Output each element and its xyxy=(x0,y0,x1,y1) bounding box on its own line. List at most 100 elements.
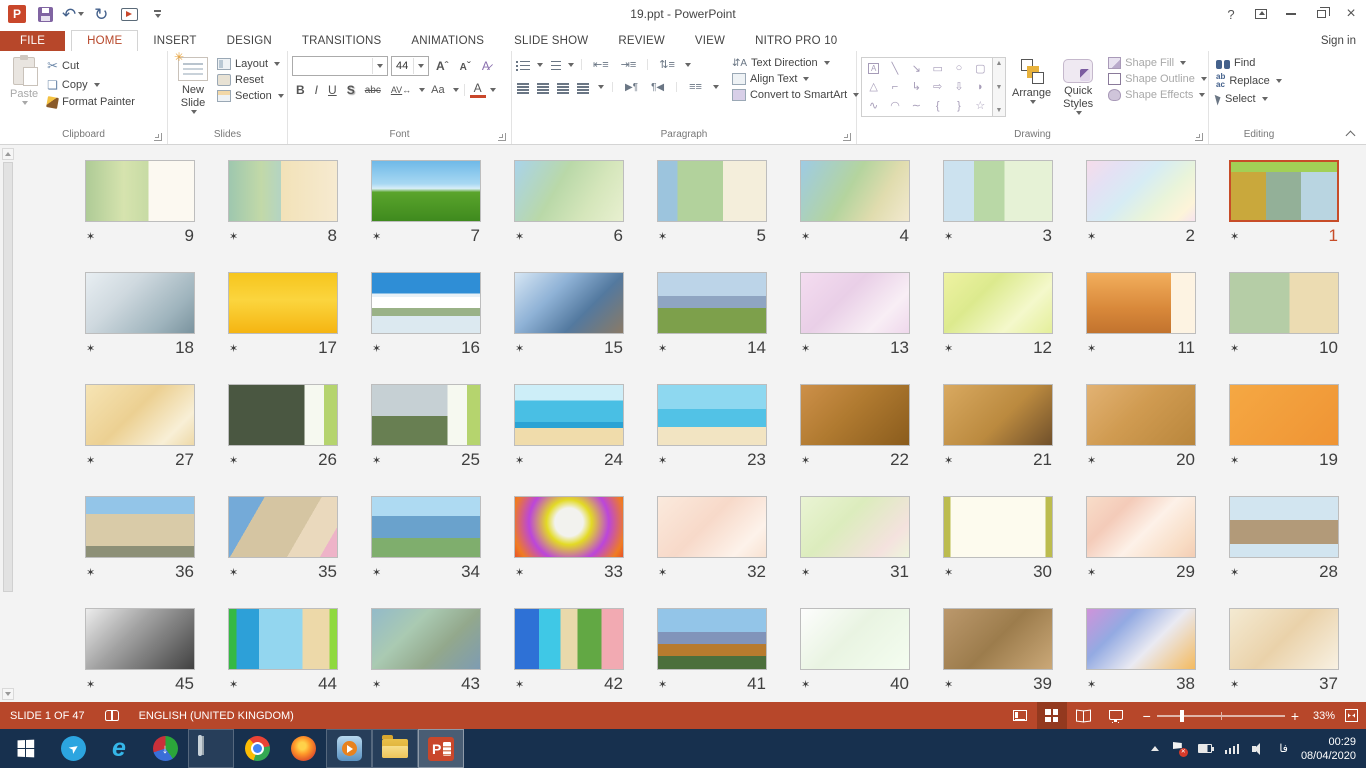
taskbar-keyboard-app[interactable] xyxy=(188,729,234,768)
slide-thumbnail-34[interactable] xyxy=(371,496,481,558)
convert-to-smartart-button[interactable]: Convert to SmartArt xyxy=(729,87,862,103)
taskbar-telegram[interactable]: ➤ xyxy=(50,729,96,768)
scroll-up-arrow[interactable] xyxy=(2,148,14,160)
transition-star-icon[interactable]: ✶ xyxy=(944,230,953,243)
replace-button[interactable]: abacReplace xyxy=(1213,71,1285,91)
shape-glyph-14[interactable]: ∼ xyxy=(912,99,921,112)
shape-glyph-16[interactable]: } xyxy=(957,100,961,112)
zoom-slider[interactable] xyxy=(1157,715,1285,717)
tab-transitions[interactable]: TRANSITIONS xyxy=(287,31,397,51)
align-right-button[interactable] xyxy=(556,81,571,93)
font-size-combo[interactable]: 44 xyxy=(391,56,429,76)
taskbar-idm[interactable]: ↓ xyxy=(142,729,188,768)
transition-star-icon[interactable]: ✶ xyxy=(801,454,810,467)
transition-star-icon[interactable]: ✶ xyxy=(944,342,953,355)
transition-star-icon[interactable]: ✶ xyxy=(658,678,667,691)
shape-glyph-15[interactable]: { xyxy=(936,100,940,112)
bullets-button[interactable] xyxy=(516,59,531,71)
increase-indent-button[interactable]: ⇥≡ xyxy=(617,57,641,72)
drawing-dialog-launcher[interactable] xyxy=(1195,133,1203,141)
slide-thumbnail-18[interactable] xyxy=(85,272,195,334)
copy-button[interactable]: ❏Copy xyxy=(44,76,138,94)
slide-thumbnail-42[interactable] xyxy=(514,608,624,670)
slide-thumbnail-45[interactable] xyxy=(85,608,195,670)
undo-dropdown-caret[interactable] xyxy=(78,12,84,16)
restore-button[interactable] xyxy=(1306,0,1336,28)
transition-star-icon[interactable]: ✶ xyxy=(515,342,524,355)
collapse-ribbon-button[interactable] xyxy=(1346,131,1356,141)
slide-thumbnail-16[interactable] xyxy=(371,272,481,334)
transition-star-icon[interactable]: ✶ xyxy=(1230,678,1239,691)
underline-button[interactable]: U xyxy=(324,82,341,98)
slide-thumbnail-7[interactable] xyxy=(371,160,481,222)
minimize-button[interactable] xyxy=(1276,0,1306,28)
reading-view-button[interactable] xyxy=(1069,702,1099,729)
align-left-button[interactable] xyxy=(516,81,531,93)
transition-star-icon[interactable]: ✶ xyxy=(658,342,667,355)
slide-thumbnail-6[interactable] xyxy=(514,160,624,222)
cut-button[interactable]: ✂Cut xyxy=(44,56,138,76)
shape-glyph-17[interactable]: ☆ xyxy=(975,99,985,112)
tab-insert[interactable]: INSERT xyxy=(138,31,211,51)
help-button[interactable]: ? xyxy=(1216,0,1246,28)
save-button[interactable] xyxy=(34,3,56,25)
slide-thumbnail-20[interactable] xyxy=(1086,384,1196,446)
slide-thumbnail-29[interactable] xyxy=(1086,496,1196,558)
slide-thumbnail-17[interactable] xyxy=(228,272,338,334)
line-spacing-button[interactable]: ⇅≡ xyxy=(655,57,679,72)
transition-star-icon[interactable]: ✶ xyxy=(1230,230,1239,243)
slide-thumbnail-39[interactable] xyxy=(943,608,1053,670)
ltr-direction-button[interactable]: ▶¶ xyxy=(621,81,642,94)
shape-glyph-7[interactable]: ⌐ xyxy=(892,81,898,93)
section-button[interactable]: Section xyxy=(214,88,287,104)
transition-star-icon[interactable]: ✶ xyxy=(515,678,524,691)
decrease-indent-button[interactable]: ⇤≡ xyxy=(589,57,613,72)
transition-star-icon[interactable]: ✶ xyxy=(372,342,381,355)
reset-button[interactable]: Reset xyxy=(214,72,287,88)
volume-icon[interactable] xyxy=(1252,743,1266,755)
new-slide-button[interactable]: New Slide xyxy=(172,54,214,117)
shape-glyph-11[interactable]: ◗ xyxy=(977,81,984,93)
transition-star-icon[interactable]: ✶ xyxy=(801,342,810,355)
transition-star-icon[interactable]: ✶ xyxy=(86,230,95,243)
character-spacing-button[interactable]: AV↔ xyxy=(387,84,415,96)
slide-thumbnail-12[interactable] xyxy=(943,272,1053,334)
transition-star-icon[interactable]: ✶ xyxy=(801,566,810,579)
taskbar-file-explorer[interactable] xyxy=(372,729,418,768)
transition-star-icon[interactable]: ✶ xyxy=(86,566,95,579)
shape-glyph-12[interactable]: ∿ xyxy=(869,99,878,112)
transition-star-icon[interactable]: ✶ xyxy=(658,230,667,243)
slide-thumbnail-43[interactable] xyxy=(371,608,481,670)
arrange-button[interactable]: Arrange xyxy=(1006,54,1057,107)
tab-nitro-pro-10[interactable]: NITRO PRO 10 xyxy=(740,31,852,51)
transition-star-icon[interactable]: ✶ xyxy=(229,230,238,243)
start-from-beginning-button[interactable] xyxy=(118,3,140,25)
slide-thumbnail-25[interactable] xyxy=(371,384,481,446)
slide-thumbnail-41[interactable] xyxy=(657,608,767,670)
slide-thumbnail-40[interactable] xyxy=(800,608,910,670)
slide-thumbnail-23[interactable] xyxy=(657,384,767,446)
input-language-indicator[interactable]: فا xyxy=(1279,742,1288,755)
zoom-in-button[interactable]: + xyxy=(1291,708,1299,724)
start-button[interactable] xyxy=(0,729,50,768)
slide-thumbnail-30[interactable] xyxy=(943,496,1053,558)
format-painter-button[interactable]: Format Painter xyxy=(44,94,138,110)
transition-star-icon[interactable]: ✶ xyxy=(1230,454,1239,467)
hidden-icons-button[interactable] xyxy=(1151,746,1159,751)
transition-star-icon[interactable]: ✶ xyxy=(372,566,381,579)
transition-star-icon[interactable]: ✶ xyxy=(944,566,953,579)
slide-thumbnail-37[interactable] xyxy=(1229,608,1339,670)
taskbar-chrome[interactable] xyxy=(234,729,280,768)
bold-button[interactable]: B xyxy=(292,82,309,98)
layout-button[interactable]: Layout xyxy=(214,56,287,72)
slide-thumbnail-10[interactable] xyxy=(1229,272,1339,334)
slide-thumbnail-28[interactable] xyxy=(1229,496,1339,558)
grow-font-button[interactable]: Aˆ xyxy=(432,58,453,74)
slide-thumbnail-13[interactable] xyxy=(800,272,910,334)
spell-check-icon[interactable] xyxy=(105,710,119,721)
taskbar-powerpoint[interactable]: P xyxy=(418,729,464,768)
font-name-combo[interactable] xyxy=(292,56,388,76)
transition-star-icon[interactable]: ✶ xyxy=(944,678,953,691)
battery-icon[interactable] xyxy=(1198,744,1212,753)
transition-star-icon[interactable]: ✶ xyxy=(658,566,667,579)
